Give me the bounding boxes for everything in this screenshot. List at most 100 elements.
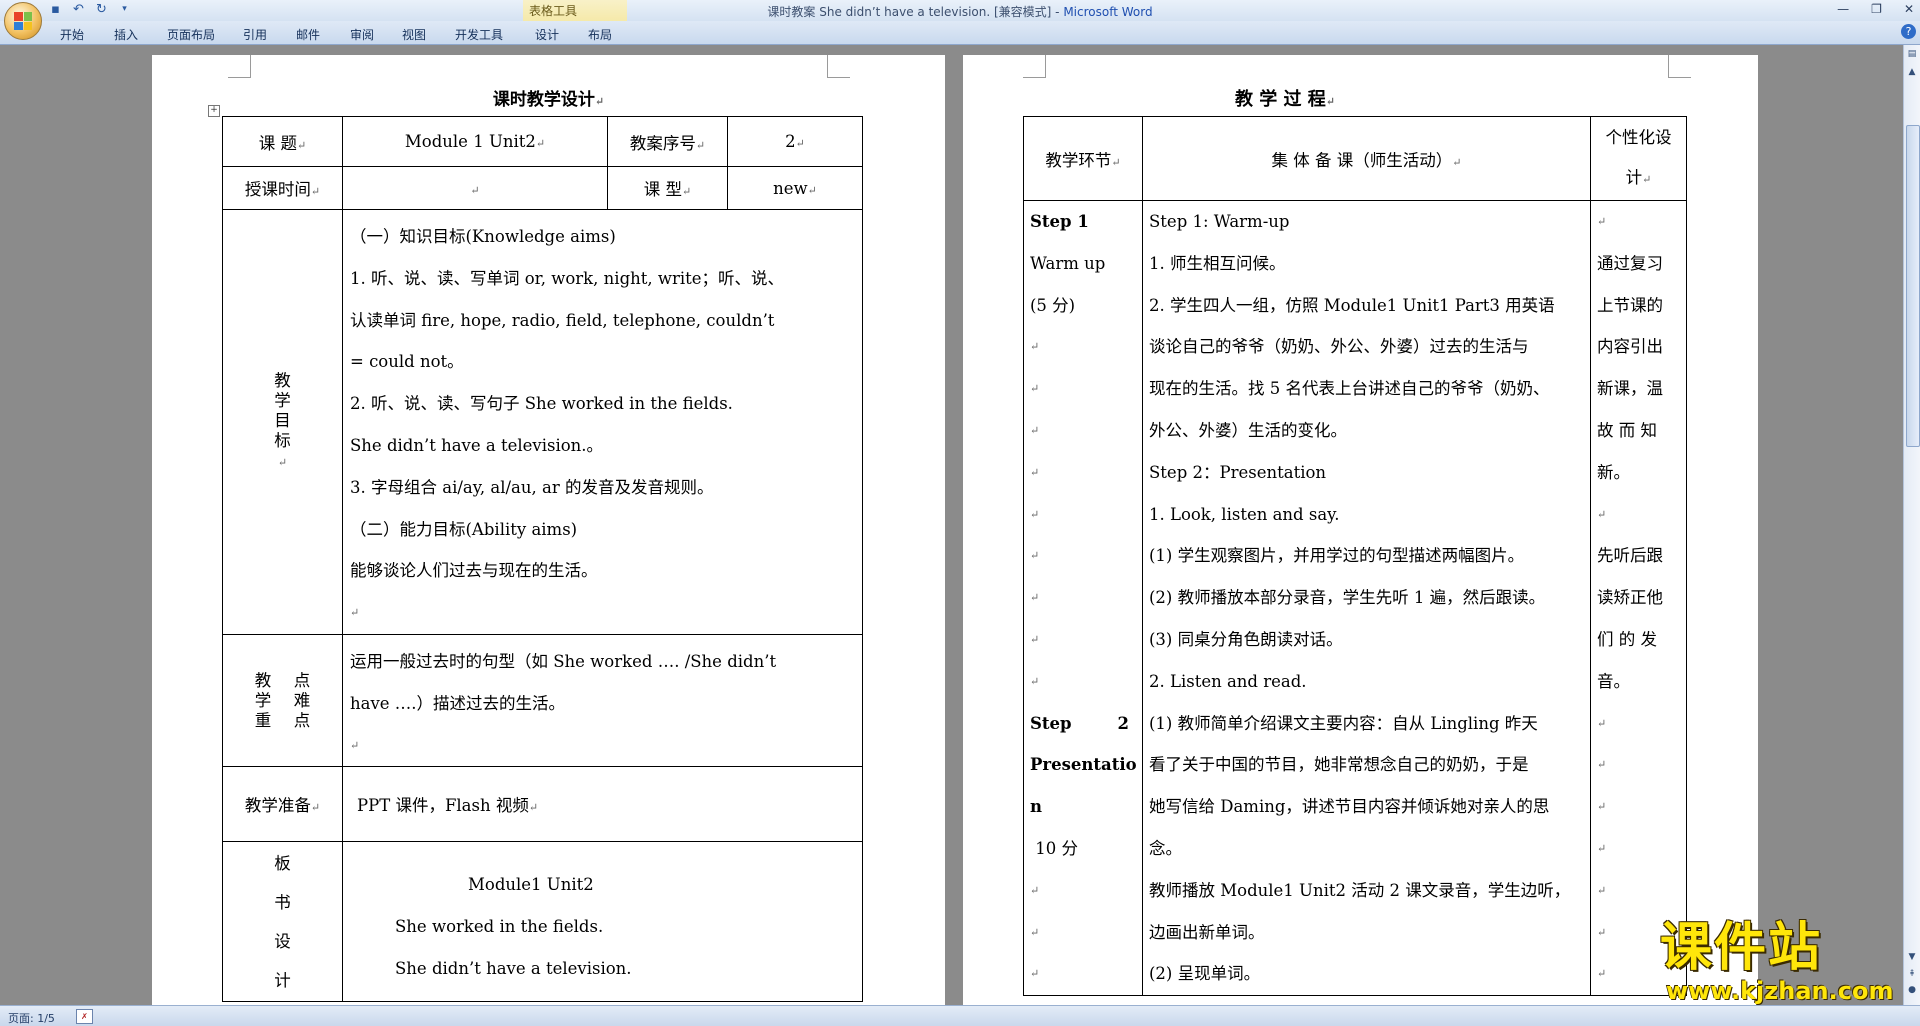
label-class-time-text: 授课时间 [244,180,311,199]
activity-line: (1) 教师简单介绍课文主要内容：自从 Lingling 昨天 [1149,713,1538,733]
paragraph-mark: ↵ [1030,925,1040,939]
minimize-icon[interactable]: — [1837,2,1849,16]
paragraph-mark: ↵ [1030,549,1040,563]
tab-home[interactable]: 开始 [60,26,84,43]
value-plan-number-text: 2 [785,132,796,151]
header-group-prep-text: 集 体 备 课（师生活动） [1271,150,1453,170]
goals-line: 2. 听、说、读、写句子 She worked in the fields. [350,394,733,414]
restore-icon[interactable]: ❐ [1871,2,1882,16]
label-lesson-type-text: 课 型 [643,180,683,199]
goals-line: 能够谈论人们过去与现在的生活。 [350,561,598,581]
ruler-toggle-icon[interactable]: ▤ [1905,47,1919,62]
teaching-goals-content: （一）知识目标(Knowledge aims) 1. 听、说、读、写单词 or,… [342,209,863,635]
office-logo-icon [14,12,32,30]
kjzhan-watermark: 课件站 www.kjzhan.com [1660,918,1906,1006]
header-personalized-text: 计 [1625,167,1643,187]
activity-line: 念。 [1149,838,1182,858]
tab-view[interactable]: 视图 [402,26,426,43]
activity-line: 现在的生活。找 5 名代表上台讲述自己的爷爷（奶奶、 [1149,379,1550,399]
crop-mark [228,55,251,78]
tab-page-layout[interactable]: 页面布局 [167,26,215,43]
personal-line: 通过复习 [1597,253,1663,273]
value-class-time: ↵ [342,166,608,210]
vertical-char: 学 [274,390,291,410]
vertical-scrollbar[interactable]: ▤ ▲ ▼ ⇞ ● [1903,45,1920,1005]
goals-line: （二）能力目标(Ability aims) [350,519,578,539]
vertical-char: 目 [274,410,291,430]
watermark-main-text: 课件站 [1660,918,1823,978]
paragraph-mark: ↵ [350,738,360,752]
scroll-thumb[interactable] [1906,125,1920,447]
vertical-label: 板 书 设 计 [274,844,292,1000]
stage-line: Warm up [1030,253,1106,273]
window-title-app: Microsoft Word [1063,5,1153,19]
select-browse-object-icon[interactable]: ● [1905,983,1919,998]
crop-mark [1023,55,1046,78]
personal-line: 读矫正他 [1597,588,1663,608]
vertical-char: 重 [254,710,272,730]
vertical-char: 点 [293,670,311,690]
activity-line: 2. 学生四人一组，仿照 Module1 Unit1 Part3 用英语 [1149,295,1555,315]
close-icon[interactable]: ✕ [1904,2,1914,16]
paragraph-mark: ↵ [1597,800,1607,814]
stage-column: Step 1 Warm up (5 分) ↵ ↵ ↵ ↵ ↵ ↵ ↵ ↵ ↵ S… [1023,199,1143,997]
value-subject-text: Module 1 Unit2 [404,132,536,151]
vertical-label-right: 点 难 点 [293,671,311,731]
status-bar: 页面: 1/5 ✗ [0,1005,1920,1026]
value-plan-number: 2↵ [727,116,863,167]
office-button[interactable] [4,2,42,40]
window-title-document: 课时教案 She didn’t have a television. [兼容模式… [767,5,1064,19]
teaching-prep-value-text: PPT 课件，Flash 视频 [357,796,529,816]
header-group-prep: 集 体 备 课（师生活动）↵ [1142,116,1591,201]
window-title: 课时教案 She didn’t have a television. [兼容模式… [0,3,1920,20]
window-controls: — ❐ ✕ [1837,2,1914,16]
table-move-handle-icon[interactable]: + [208,105,220,117]
proofing-icon[interactable]: ✗ [76,1009,93,1024]
paragraph-mark: ↵ [1030,507,1040,521]
stage-line: (5 分) [1030,295,1076,315]
personal-line: 音。 [1597,671,1630,691]
tab-mailings[interactable]: 邮件 [296,26,320,43]
tab-design[interactable]: 设计 [535,26,559,43]
table-row: 教 学 重 点 难 点 运用一般过去时的句型（如 She worked …. /… [222,633,863,768]
help-icon[interactable]: ? [1901,24,1916,39]
tab-developer[interactable]: 开发工具 [455,26,503,43]
label-subject: 课 题↵ [222,116,343,167]
activity-line: (2) 教师播放本部分录音，学生先听 1 遍，然后跟读。 [1149,588,1546,608]
vertical-char: 教 [274,370,291,390]
lesson-info-table: 课 题↵ Module 1 Unit2↵ 教案序号↵ 2↵ 授课时间↵ ↵ 课 … [222,116,863,1003]
page-counter[interactable]: 页面: 1/5 [8,1010,55,1026]
header-personalized-text: 个性化设 [1605,127,1672,147]
activity-line: 2. Listen and read. [1149,671,1307,691]
tab-layout[interactable]: 布局 [588,26,612,43]
scroll-down-icon[interactable]: ▼ [1905,950,1919,965]
page-2: 教 学 过 程↵ 教学环节↵ 集 体 备 课（师生活动）↵ 个性化设 计↵ St… [963,55,1758,1005]
stage-line: Presentatio [1030,755,1137,775]
label-lesson-type: 课 型↵ [607,166,728,210]
paragraph-mark: ↵ [1030,674,1040,688]
tab-references[interactable]: 引用 [243,26,267,43]
vertical-char: 难 [293,690,311,710]
ribbon-tabs: 开始 插入 页面布局 引用 邮件 审阅 视图 开发工具 设计 布局 ? [0,21,1920,45]
document-area: 课时教学设计↵ + 课 题↵ Module 1 Unit2↵ 教案序号↵ 2↵ … [0,45,1903,1005]
page-title: 课时教学设计↵ [492,90,605,110]
vertical-char: 设 [274,931,291,951]
table-row: 教学准备↵ PPT 课件，Flash 视频↵ [222,766,863,843]
personal-line: 内容引出 [1597,337,1663,357]
value-lesson-type: new↵ [727,166,863,210]
tab-insert[interactable]: 插入 [114,26,138,43]
paragraph-mark: ↵ [1030,632,1040,646]
page-title-text: 课时教学设计 [492,90,595,110]
goals-line: She didn’t have a television.。 [350,435,604,455]
activity-line: 谈论自己的爷爷（奶奶、外公、外婆）过去的生活与 [1149,337,1529,357]
paragraph-mark: ↵ [1030,382,1040,396]
tab-review[interactable]: 审阅 [350,26,374,43]
paragraph-mark: ↵ [1597,716,1607,730]
table-row: 板 书 设 计 Module1 Unit2 She worked in the … [222,841,863,1003]
activity-line: (1) 学生观察图片，并用学过的句型描述两幅图片。 [1149,546,1525,566]
label-class-time: 授课时间↵ [222,166,343,210]
personal-line: 上节课的 [1597,295,1663,315]
scroll-up-icon[interactable]: ▲ [1905,65,1919,80]
vertical-char: 教 [254,670,272,690]
previous-page-icon[interactable]: ⇞ [1905,967,1919,982]
